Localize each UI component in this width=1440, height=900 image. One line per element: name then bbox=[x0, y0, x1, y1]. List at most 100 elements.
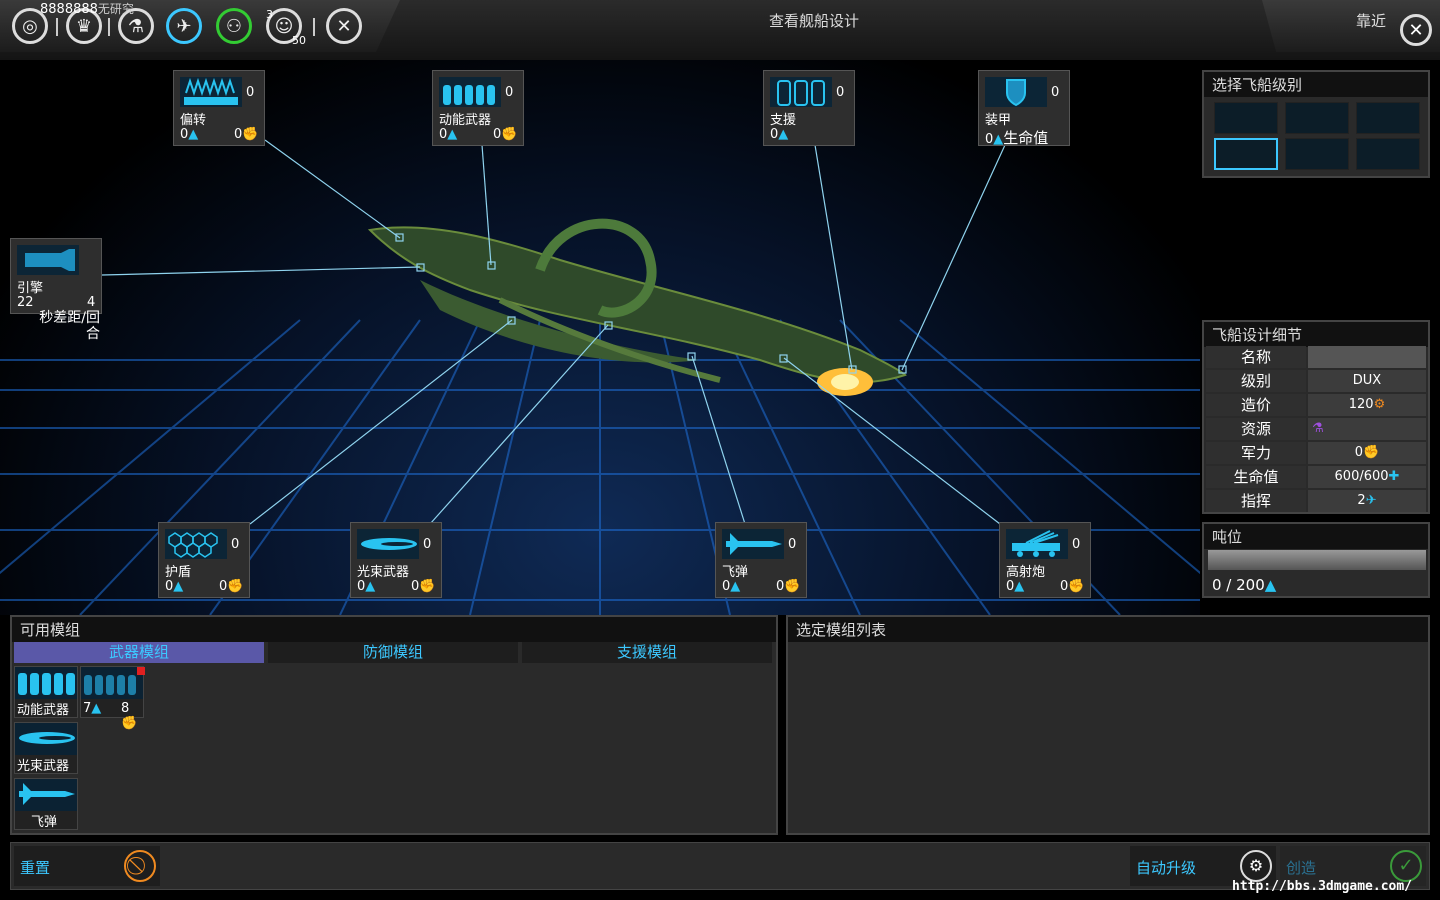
slot-kinetic[interactable]: 0 动能武器 0▲ 0✊ bbox=[432, 70, 524, 146]
slot-label: 支援 bbox=[770, 113, 797, 128]
tonnage-bar bbox=[1208, 550, 1426, 570]
fist-icon: ✊ bbox=[501, 127, 518, 142]
ship-class-option[interactable] bbox=[1356, 102, 1420, 134]
slot-count: 0 bbox=[1051, 85, 1060, 100]
slot-missile[interactable]: 0 飞弹 0▲ 0✊ bbox=[715, 522, 807, 598]
missile-icon bbox=[15, 779, 77, 811]
gear-icon: ⚙ bbox=[1373, 397, 1386, 412]
slot-label: 偏转 bbox=[180, 113, 207, 128]
fist-icon: ✊ bbox=[419, 579, 436, 594]
command-icon: ✈ bbox=[1365, 493, 1377, 508]
page-title: 查看舰船设计 bbox=[768, 12, 859, 30]
ship-class-option-selected[interactable] bbox=[1214, 138, 1278, 170]
create-label: 创造 bbox=[1286, 859, 1317, 877]
slot-count: 0 bbox=[788, 537, 797, 552]
kinetic-icon bbox=[15, 667, 77, 699]
tab-weapon-modules[interactable]: 武器模组 bbox=[14, 642, 264, 663]
weight-icon: ▲ bbox=[188, 127, 199, 142]
slot-armor[interactable]: 0 装甲 0▲生命值 bbox=[978, 70, 1070, 147]
checkmark-icon: ✓ bbox=[1390, 850, 1422, 882]
engine-range: 4 bbox=[87, 295, 96, 310]
kinetic-icon bbox=[81, 667, 143, 699]
fist-icon: ✊ bbox=[121, 716, 138, 731]
detail-label: 名称 bbox=[1206, 346, 1306, 368]
slot-count: 0 bbox=[423, 537, 432, 552]
ship-class-option[interactable] bbox=[1285, 102, 1349, 134]
cancel-icon: ⃠ bbox=[124, 850, 156, 882]
ship-details-panel: 飞船设计细节 名称 级别 DUX 造价 120⚙ 资源 ⚗ 军力 0✊ 生命值 … bbox=[1202, 320, 1430, 514]
slot-beam[interactable]: 0 光束武器 0▲ 0✊ bbox=[350, 522, 442, 598]
detail-value: DUX bbox=[1308, 370, 1426, 392]
weight-icon: ▲ bbox=[730, 579, 741, 594]
reset-label: 重置 bbox=[20, 859, 51, 877]
kinetic-icon bbox=[439, 77, 501, 107]
beam-icon bbox=[15, 723, 77, 755]
slot-count: 0 bbox=[1072, 537, 1081, 552]
badge: 50 bbox=[292, 34, 306, 47]
beam-icon bbox=[357, 529, 419, 559]
fist-icon: ✊ bbox=[1363, 445, 1380, 460]
slot-count: 0 bbox=[246, 85, 255, 100]
slot-label: 飞弹 bbox=[722, 565, 749, 580]
detail-label: 指挥 bbox=[1206, 490, 1306, 512]
tab-support-modules[interactable]: 支援模组 bbox=[522, 642, 772, 663]
engine-icon bbox=[17, 245, 79, 275]
slot-engine[interactable]: 引擎 22 4 bbox=[10, 238, 102, 314]
tonnage-value: 0 / 200 bbox=[1212, 576, 1265, 594]
weight-icon: ▲ bbox=[447, 127, 458, 142]
slot-deflect[interactable]: 0 偏转 0▲ 0✊ bbox=[173, 70, 265, 146]
detail-value: 120 bbox=[1348, 397, 1374, 412]
ship-name-input[interactable] bbox=[1308, 346, 1426, 368]
detail-value: 2 bbox=[1357, 493, 1366, 508]
weight-icon: ▲ bbox=[173, 579, 184, 594]
ship-class-option[interactable] bbox=[1214, 102, 1278, 134]
detail-label: 级别 bbox=[1206, 370, 1306, 392]
reset-button[interactable]: 重置 ⃠ bbox=[14, 846, 160, 886]
tonnage-panel: 吨位 0 / 200▲ bbox=[1202, 522, 1430, 598]
engine-speed: 22 bbox=[17, 295, 34, 310]
weight-icon: ▲ bbox=[365, 579, 376, 594]
engine-unit: 秒差距/回合 bbox=[39, 310, 100, 342]
tab-defense-modules[interactable]: 防御模组 bbox=[268, 642, 518, 663]
auto-upgrade-label: 自动升级 bbox=[1136, 859, 1197, 877]
module-kinetic[interactable]: 动能武器 bbox=[14, 666, 78, 718]
slot-count: 0 bbox=[505, 85, 514, 100]
slot-shield[interactable]: 0 护盾 0▲ 0✊ bbox=[158, 522, 250, 598]
slot-artillery[interactable]: 0 高射炮 0▲ 0✊ bbox=[999, 522, 1091, 598]
zoom-button[interactable]: 靠近 bbox=[1356, 10, 1386, 31]
module-kinetic-locked[interactable]: 7▲ 8✊ bbox=[80, 666, 145, 731]
module-label: 动能武器 bbox=[17, 703, 70, 718]
missile-icon bbox=[722, 529, 784, 559]
slot-label: 高射炮 bbox=[1006, 565, 1046, 580]
slot-support[interactable]: 0 支援 0▲ bbox=[763, 70, 855, 146]
close-icon[interactable]: ✕ bbox=[1400, 14, 1432, 46]
module-label: 光束武器 bbox=[17, 759, 70, 774]
ship-class-panel: 选择飞船级别 bbox=[1202, 70, 1430, 178]
slot-count: 0 bbox=[231, 537, 240, 552]
module-missile[interactable]: 飞弹 bbox=[14, 778, 78, 830]
detail-label: 造价 bbox=[1206, 394, 1306, 416]
ship-class-option[interactable] bbox=[1356, 138, 1420, 170]
panel-title: 吨位 bbox=[1204, 524, 1428, 549]
detail-value: 600/600 bbox=[1334, 469, 1389, 484]
fist-icon: ✊ bbox=[784, 579, 801, 594]
panel-title: 选定模组列表 bbox=[788, 617, 1428, 642]
slot-label: 护盾 bbox=[165, 565, 192, 580]
detail-label: 生命值 bbox=[1206, 466, 1306, 488]
weight-icon: ▲ bbox=[91, 701, 102, 716]
detail-label: 军力 bbox=[1206, 442, 1306, 464]
artillery-icon bbox=[1006, 529, 1068, 559]
weight-icon: ▲ bbox=[778, 127, 789, 142]
slot-label: 引擎 bbox=[17, 281, 44, 296]
slot-hp-label: 生命值 bbox=[1003, 129, 1049, 147]
deflect-icon bbox=[180, 77, 242, 107]
watermark: http://bbs.3dmgame.com/ bbox=[1232, 879, 1413, 894]
module-power: 8 bbox=[121, 701, 130, 716]
ship-class-option[interactable] bbox=[1285, 138, 1349, 170]
module-beam[interactable]: 光束武器 bbox=[14, 722, 78, 774]
panel-title: 飞船设计细节 bbox=[1204, 322, 1428, 347]
fist-icon: ✊ bbox=[242, 127, 259, 142]
fist-icon: ✊ bbox=[1068, 579, 1085, 594]
panel-title: 选择飞船级别 bbox=[1204, 72, 1428, 97]
detail-label: 资源 bbox=[1206, 418, 1306, 440]
